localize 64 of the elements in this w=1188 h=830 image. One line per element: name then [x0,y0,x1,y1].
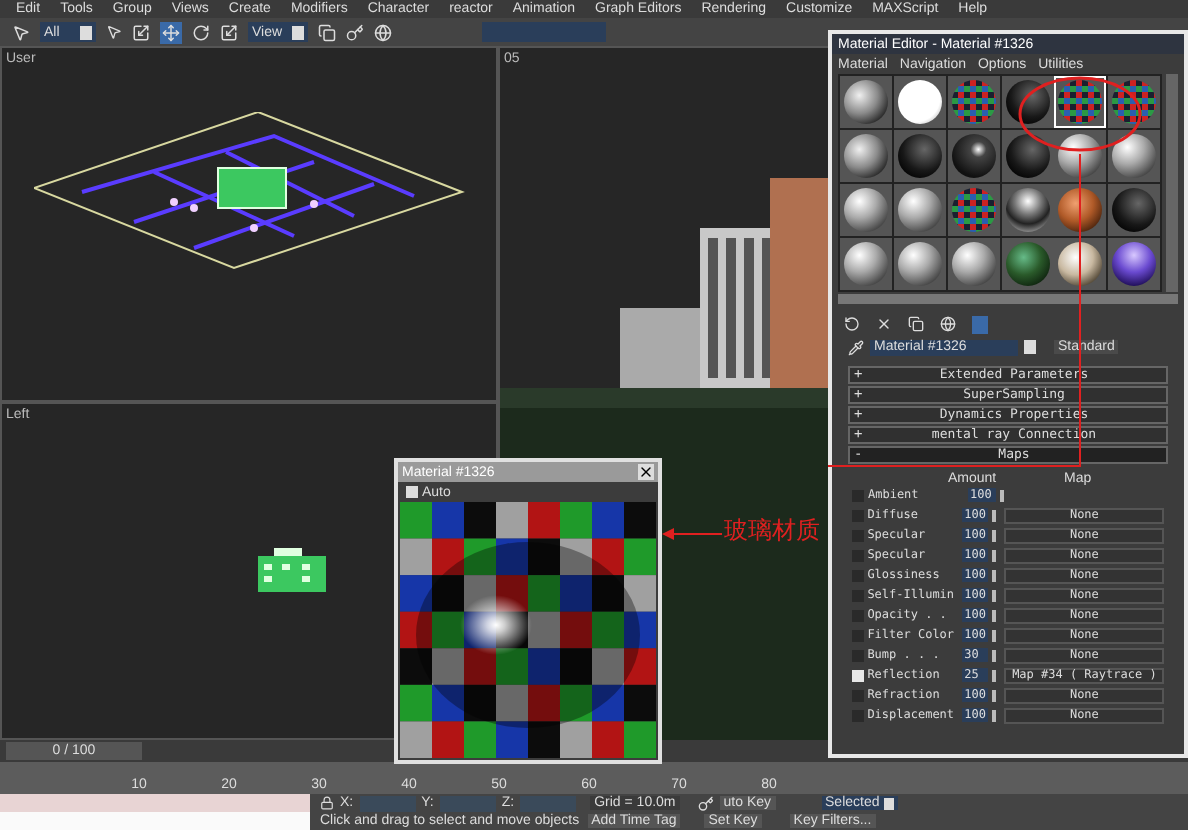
leader-line [662,526,722,542]
material-slot[interactable] [840,130,892,182]
copy-icon[interactable] [908,316,924,332]
sample-sphere-drawing [1112,80,1157,124]
z-coordinate-field[interactable] [520,795,577,811]
undo-icon[interactable] [844,316,860,332]
move-icon[interactable] [160,21,182,43]
close-icon[interactable] [638,464,654,480]
sample-sphere-drawing [1058,80,1103,124]
sample-sphere-drawing [844,242,888,286]
material-slot[interactable] [893,238,946,290]
sample-sphere-drawing [1058,188,1103,232]
material-slot[interactable] [840,238,892,290]
material-slot[interactable] [840,76,892,128]
sample-sphere-drawing [1005,134,1049,178]
material-slot[interactable] [1054,238,1107,290]
material-slot[interactable] [1108,130,1161,182]
delete-icon[interactable] [876,316,892,332]
sample-sphere-drawing [951,188,996,232]
annotation-text: 玻璃材质 [724,518,820,542]
sample-sphere-drawing [951,80,996,124]
sample-sphere-drawing [844,188,888,232]
material-slot[interactable] [947,130,1000,182]
sample-sphere-drawing [897,188,942,232]
sample-sphere-drawing [951,242,996,286]
sample-sphere-drawing [1112,242,1157,286]
sample-sphere-drawing [897,134,942,178]
select-cursor-icon[interactable] [12,23,30,41]
key-icon[interactable] [697,795,714,811]
sample-sphere-drawing [1005,242,1049,286]
vertical-scrollbar[interactable] [1166,74,1178,292]
sample-sphere-drawing [897,242,942,286]
material-slot[interactable] [840,184,892,236]
sample-sphere-drawing [844,134,888,178]
cursor-icon[interactable] [106,24,122,40]
globe-icon[interactable] [940,316,956,332]
lock-icon[interactable] [320,796,334,810]
sample-sphere-drawing [1058,242,1103,286]
horizontal-scrollbar[interactable] [838,294,1178,304]
rotate-icon[interactable] [192,23,210,41]
script-listener-field[interactable] [0,794,310,812]
sample-sphere-drawing [844,80,888,124]
material-slot[interactable] [893,184,946,236]
material-slot[interactable] [1001,184,1053,236]
script-output-field[interactable] [0,812,310,830]
material-slot[interactable] [893,76,946,128]
region-select-icon[interactable] [132,23,150,41]
building-elevation-drawing [258,548,326,592]
material-slot[interactable] [1054,76,1107,128]
material-slot[interactable] [1108,238,1161,290]
sample-sphere-drawing [1005,80,1049,124]
sample-sphere-drawing [897,80,942,124]
sample-sphere-drawing [951,134,996,178]
y-coordinate-field[interactable] [439,795,496,811]
material-slot[interactable] [1054,130,1107,182]
sample-sphere-drawing [1005,188,1049,232]
eyedropper-icon[interactable] [848,339,864,355]
sample-sphere-drawing [1112,188,1157,232]
auto-checkbox[interactable] [406,486,418,498]
sample-sphere-drawing [1112,134,1157,178]
x-coordinate-field[interactable] [359,795,416,811]
annotation-circle [1016,74,1144,154]
material-slot[interactable] [947,238,1000,290]
map-checkbox[interactable] [852,669,864,681]
